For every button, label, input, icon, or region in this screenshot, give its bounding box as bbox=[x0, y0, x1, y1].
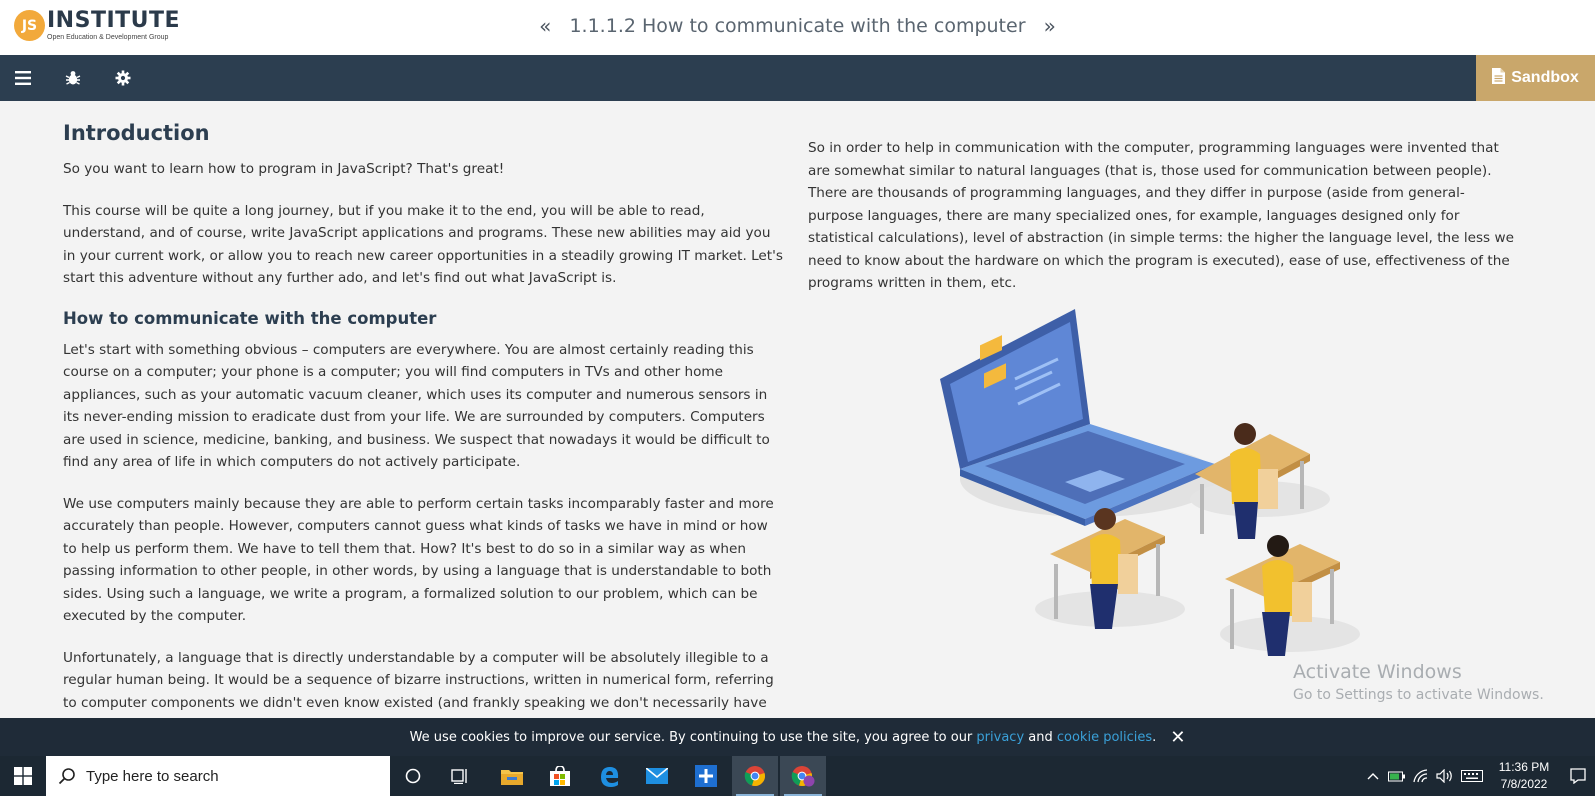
windows-start-icon[interactable] bbox=[0, 756, 46, 796]
privacy-link[interactable]: privacy bbox=[976, 730, 1024, 745]
search-icon bbox=[58, 767, 76, 785]
section-paragraph-1: Let's start with something obvious – com… bbox=[63, 341, 770, 471]
volume-icon[interactable] bbox=[1433, 756, 1457, 796]
right-column: So in order to help in communication wit… bbox=[808, 137, 1518, 295]
document-icon bbox=[1492, 67, 1506, 89]
taskbar-clock[interactable]: 11:36 PM 7/8/2022 bbox=[1487, 759, 1561, 793]
plus-app-icon[interactable] bbox=[683, 756, 729, 796]
chrome-profile-icon[interactable] bbox=[780, 756, 826, 796]
search-input[interactable] bbox=[86, 767, 366, 785]
app-header: JS INSTITUTE Open Education & Developmen… bbox=[0, 0, 1595, 55]
store-icon[interactable] bbox=[537, 756, 583, 796]
intro-paragraph-2: This course will be quite a long journey… bbox=[63, 202, 783, 287]
chevron-up-icon[interactable] bbox=[1361, 756, 1385, 796]
cookie-and-text: and bbox=[1024, 729, 1057, 745]
chrome-icon[interactable] bbox=[732, 756, 778, 796]
cookie-banner: We use cookies to improve our service. B… bbox=[0, 718, 1595, 756]
notifications-icon[interactable] bbox=[1561, 756, 1595, 796]
prev-lesson-button[interactable]: « bbox=[529, 14, 561, 38]
toolbar: Sandbox bbox=[0, 55, 1595, 101]
menu-icon[interactable] bbox=[12, 67, 34, 89]
mail-icon[interactable] bbox=[634, 756, 680, 796]
watermark-title: Activate Windows bbox=[1293, 661, 1462, 683]
battery-icon[interactable] bbox=[1385, 756, 1409, 796]
edge-icon[interactable] bbox=[586, 756, 632, 796]
watermark-subtitle: Go to Settings to activate Windows. bbox=[1293, 687, 1544, 703]
cookie-text: We use cookies to improve our service. B… bbox=[409, 729, 977, 745]
section-paragraph-2: We use computers mainly because they are… bbox=[63, 495, 774, 625]
cookie-close-button[interactable]: ✕ bbox=[1170, 727, 1185, 748]
wifi-icon[interactable] bbox=[1409, 756, 1433, 796]
sandbox-button[interactable]: Sandbox bbox=[1476, 55, 1595, 101]
section-heading: How to communicate with the computer bbox=[63, 308, 437, 328]
intro-heading: Introduction bbox=[63, 121, 210, 145]
windows-taskbar: 11:36 PM 7/8/2022 bbox=[0, 756, 1595, 796]
intro-paragraph-1: So you want to learn how to program in J… bbox=[63, 161, 505, 177]
gear-icon[interactable] bbox=[112, 67, 134, 89]
taskbar-search[interactable] bbox=[46, 756, 390, 796]
left-column: Introduction So you want to learn how to… bbox=[63, 121, 783, 718]
next-lesson-button[interactable]: » bbox=[1034, 14, 1066, 38]
file-explorer-icon[interactable] bbox=[489, 756, 535, 796]
clock-time: 11:36 PM bbox=[1498, 760, 1550, 774]
keyboard-icon[interactable] bbox=[1457, 756, 1487, 796]
system-tray: 11:36 PM 7/8/2022 bbox=[1361, 756, 1595, 796]
cookie-period: . bbox=[1152, 729, 1157, 745]
classroom-laptop-illustration bbox=[940, 304, 1400, 674]
lesson-title: 1.1.1.2 How to communicate with the comp… bbox=[569, 15, 1026, 37]
task-view-icon[interactable] bbox=[437, 756, 483, 796]
clock-date: 7/8/2022 bbox=[1500, 777, 1548, 791]
section-paragraph-3: Unfortunately, a language that is direct… bbox=[63, 649, 774, 719]
sandbox-label: Sandbox bbox=[1511, 69, 1579, 86]
right-paragraph-1: So in order to help in communication wit… bbox=[808, 140, 1514, 291]
lesson-navigation: « 1.1.1.2 How to communicate with the co… bbox=[0, 14, 1595, 38]
cookie-policies-link[interactable]: cookie policies bbox=[1057, 730, 1152, 745]
cortana-icon[interactable] bbox=[390, 756, 436, 796]
lesson-content: Introduction So you want to learn how to… bbox=[0, 101, 1595, 718]
bug-icon[interactable] bbox=[62, 67, 84, 89]
activate-windows-watermark: Activate Windows Go to Settings to activ… bbox=[1293, 661, 1544, 703]
